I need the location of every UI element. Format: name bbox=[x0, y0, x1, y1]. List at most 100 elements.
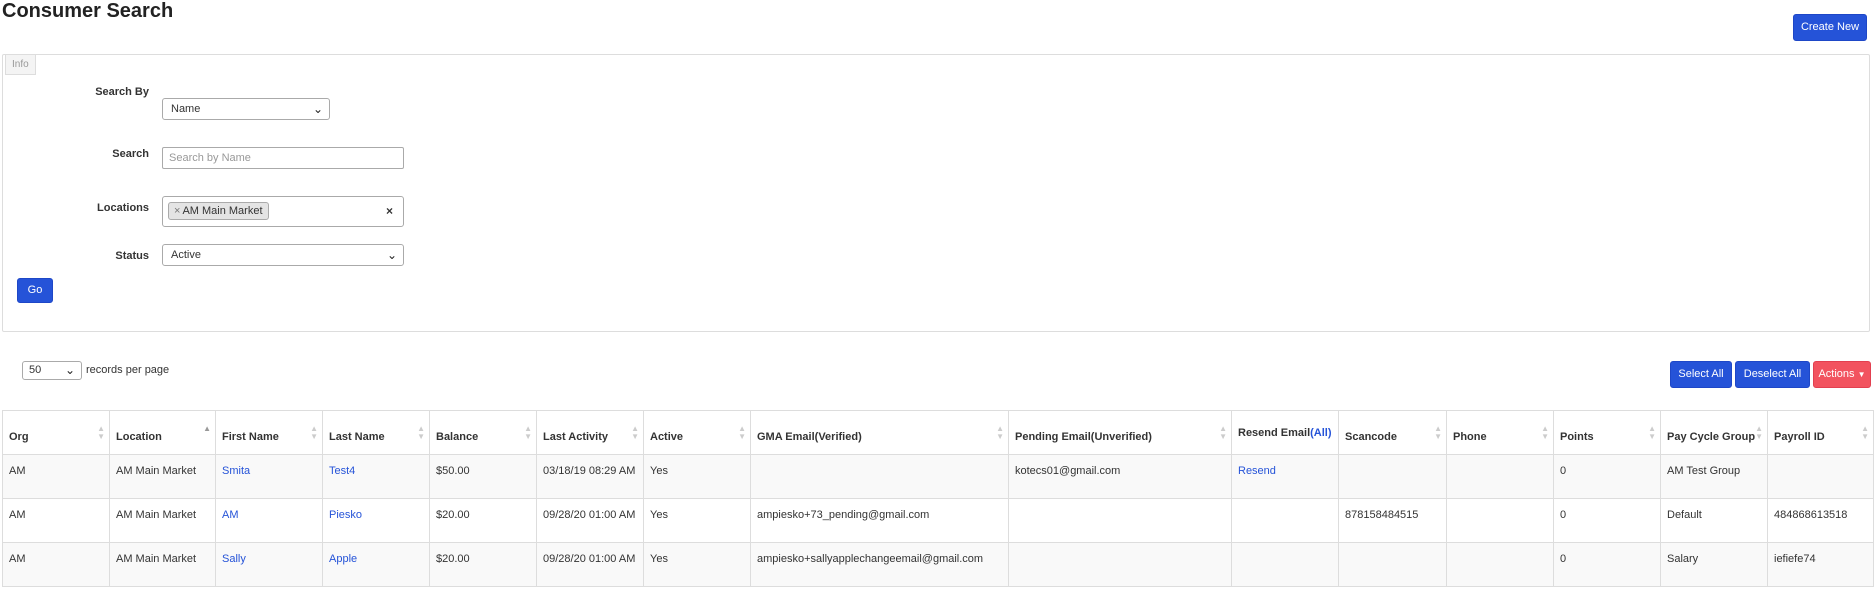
cell-payroll-id: 484868613518 bbox=[1767, 498, 1874, 543]
page-title: Consumer Search bbox=[2, 0, 174, 22]
resend-link[interactable]: Resend bbox=[1238, 465, 1276, 477]
create-new-button[interactable]: Create New bbox=[1793, 14, 1867, 41]
cell-resend bbox=[1231, 498, 1339, 543]
cell-last-activity: 09/28/20 01:00 AM bbox=[536, 498, 644, 543]
cell-points: 0 bbox=[1553, 542, 1661, 587]
status-select[interactable]: Active ⌄ bbox=[162, 244, 404, 266]
cell-last-name: Test4 bbox=[322, 454, 430, 499]
col-pay-cycle[interactable]: Pay Cycle Group ▲ ▼ bbox=[1660, 410, 1768, 455]
cell-gma-email: ampiesko+73_pending@gmail.com bbox=[750, 498, 1009, 543]
search-label: Search bbox=[112, 148, 149, 160]
sort-icon[interactable]: ▲ ▼ bbox=[97, 425, 105, 441]
table-row[interactable]: AM AM Main Market Smita Test4 $50.00 03/… bbox=[2, 454, 1874, 499]
sort-icon[interactable]: ▲ ▼ bbox=[996, 425, 1004, 441]
chevron-down-icon: ⌄ bbox=[386, 248, 397, 262]
status-value: Active bbox=[171, 249, 201, 261]
cell-resend: Resend bbox=[1231, 454, 1339, 499]
col-scancode[interactable]: Scancode ▲ ▼ bbox=[1338, 410, 1447, 455]
actions-button[interactable]: Actions ▼ bbox=[1813, 361, 1871, 388]
info-tab[interactable]: Info bbox=[5, 55, 36, 75]
sort-icon[interactable]: ▲ ▼ bbox=[1755, 425, 1763, 441]
locations-multiselect[interactable]: × AM Main Market × bbox=[162, 196, 404, 227]
sort-icon[interactable]: ▲ ▼ bbox=[310, 425, 318, 441]
cell-last-activity: 09/28/20 01:00 AM bbox=[536, 542, 644, 587]
cell-points: 0 bbox=[1553, 498, 1661, 543]
col-payroll-id[interactable]: Payroll ID ▲ ▼ bbox=[1767, 410, 1874, 455]
cell-last-name: Piesko bbox=[322, 498, 430, 543]
cell-balance: $50.00 bbox=[429, 454, 537, 499]
cell-scancode bbox=[1338, 454, 1447, 499]
sort-icon[interactable]: ▲ ▼ bbox=[1648, 425, 1656, 441]
first-name-link[interactable]: Smita bbox=[222, 465, 250, 477]
cell-points: 0 bbox=[1553, 454, 1661, 499]
go-button[interactable]: Go bbox=[17, 278, 53, 303]
cell-location: AM Main Market bbox=[109, 454, 216, 499]
cell-scancode: 878158484515 bbox=[1338, 498, 1447, 543]
first-name-link[interactable]: AM bbox=[222, 509, 239, 521]
col-resend-email: Resend Email(All) bbox=[1231, 410, 1339, 455]
col-org[interactable]: Org ▲ ▼ bbox=[2, 410, 110, 455]
col-phone[interactable]: Phone ▲ ▼ bbox=[1446, 410, 1554, 455]
sort-icon[interactable]: ▲ ▼ bbox=[631, 425, 639, 441]
col-pending-email[interactable]: Pending Email(Unverified) ▲ ▼ bbox=[1008, 410, 1232, 455]
per-page-select[interactable]: 50 ⌄ bbox=[22, 361, 82, 380]
sort-icon[interactable]: ▲ ▼ bbox=[1861, 425, 1869, 441]
resend-all-link[interactable]: (All) bbox=[1310, 427, 1331, 439]
col-label: GMA Email(Verified) bbox=[757, 430, 862, 443]
sort-asc-icon[interactable]: ▲ bbox=[203, 425, 211, 433]
cell-location: AM Main Market bbox=[109, 542, 216, 587]
col-active[interactable]: Active ▲ ▼ bbox=[643, 410, 751, 455]
cell-phone bbox=[1446, 454, 1554, 499]
sort-icon[interactable]: ▲ ▼ bbox=[738, 425, 746, 441]
col-last-activity[interactable]: Last Activity ▲ ▼ bbox=[536, 410, 644, 455]
sort-icon[interactable]: ▲ ▼ bbox=[524, 425, 532, 441]
sort-icon[interactable]: ▲ ▼ bbox=[417, 425, 425, 441]
col-label: Resend Email bbox=[1238, 426, 1311, 439]
cell-balance: $20.00 bbox=[429, 498, 537, 543]
chevron-down-icon: ⌄ bbox=[64, 363, 75, 377]
sort-icon[interactable]: ▲ ▼ bbox=[1541, 425, 1549, 441]
search-by-select[interactable]: Name ⌄ bbox=[162, 98, 330, 120]
table-row[interactable]: AM AM Main Market Sally Apple $20.00 09/… bbox=[2, 542, 1874, 587]
col-label: Last Activity bbox=[543, 430, 609, 443]
last-name-link[interactable]: Test4 bbox=[329, 465, 355, 477]
chip-remove-icon[interactable]: × bbox=[174, 205, 180, 217]
search-by-label: Search By bbox=[95, 86, 149, 98]
col-location[interactable]: Location ▲ bbox=[109, 410, 216, 455]
location-chip[interactable]: × AM Main Market bbox=[168, 202, 269, 220]
col-last-name[interactable]: Last Name ▲ ▼ bbox=[322, 410, 430, 455]
cell-first-name: AM bbox=[215, 498, 323, 543]
per-page-value: 50 bbox=[29, 364, 42, 376]
col-label: Location bbox=[116, 430, 162, 443]
cell-org: AM bbox=[2, 542, 110, 587]
last-name-link[interactable]: Piesko bbox=[329, 509, 362, 521]
cell-active: Yes bbox=[643, 542, 751, 587]
search-panel: Info Search By Name ⌄ Search Search by N… bbox=[2, 54, 1870, 332]
cell-payroll-id bbox=[1767, 454, 1874, 499]
cell-payroll-id: iefiefe74 bbox=[1767, 542, 1874, 587]
cell-pay-cycle: Salary bbox=[1660, 542, 1768, 587]
last-name-link[interactable]: Apple bbox=[329, 553, 357, 565]
select-all-button[interactable]: Select All bbox=[1670, 361, 1732, 388]
sort-icon[interactable]: ▲ ▼ bbox=[1219, 425, 1227, 441]
col-gma-email[interactable]: GMA Email(Verified) ▲ ▼ bbox=[750, 410, 1009, 455]
deselect-all-button[interactable]: Deselect All bbox=[1735, 361, 1810, 388]
col-label: Points bbox=[1560, 430, 1594, 443]
col-balance[interactable]: Balance ▲ ▼ bbox=[429, 410, 537, 455]
cell-first-name: Sally bbox=[215, 542, 323, 587]
col-points[interactable]: Points ▲ ▼ bbox=[1553, 410, 1661, 455]
actions-label: Actions bbox=[1818, 368, 1855, 380]
cell-phone bbox=[1446, 498, 1554, 543]
col-label: Last Name bbox=[329, 430, 385, 443]
cell-scancode bbox=[1338, 542, 1447, 587]
col-label: Org bbox=[9, 430, 29, 443]
cell-resend bbox=[1231, 542, 1339, 587]
sort-icon[interactable]: ▲ ▼ bbox=[1434, 425, 1442, 441]
col-first-name[interactable]: First Name ▲ ▼ bbox=[215, 410, 323, 455]
col-label: Balance bbox=[436, 430, 479, 443]
clear-icon[interactable]: × bbox=[386, 204, 393, 218]
table-row[interactable]: AM AM Main Market AM Piesko $20.00 09/28… bbox=[2, 498, 1874, 543]
search-input[interactable]: Search by Name bbox=[162, 147, 404, 169]
first-name-link[interactable]: Sally bbox=[222, 553, 246, 565]
cell-gma-email bbox=[750, 454, 1009, 499]
